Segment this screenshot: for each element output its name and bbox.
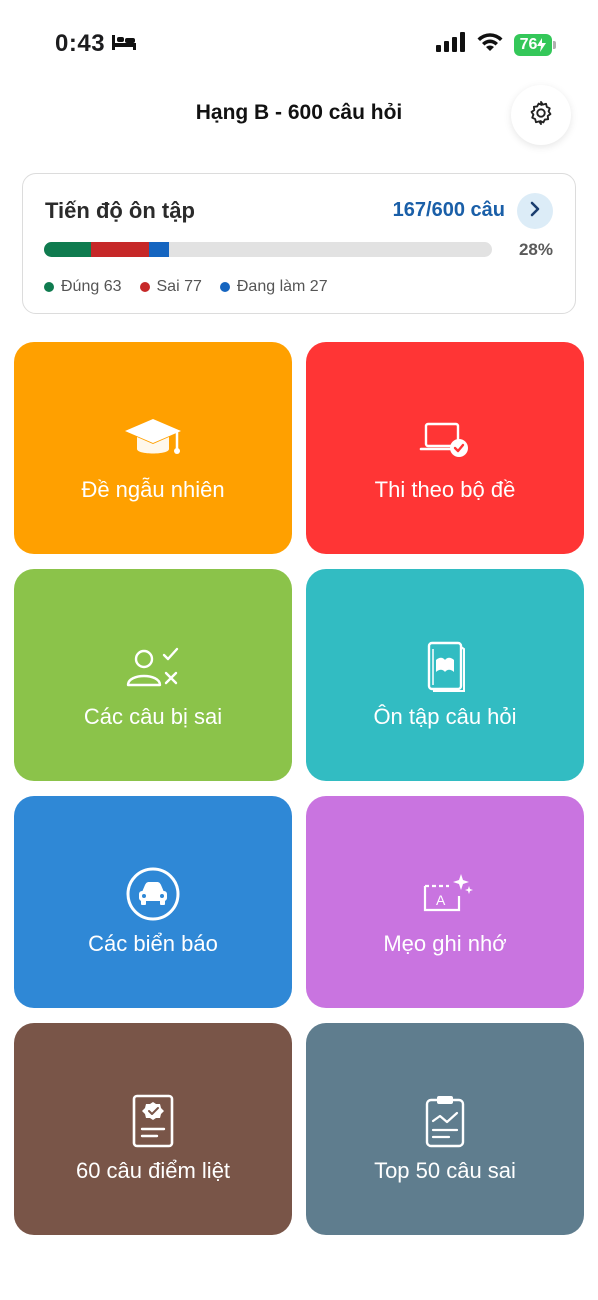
legend-dot (139, 282, 150, 292)
tile-road-signs[interactable]: Các biển báo (14, 796, 292, 1008)
legend-label: Sai 77 (156, 278, 202, 295)
tile-critical-questions[interactable]: 60 câu điểm liệt (14, 1023, 292, 1235)
signal-icon (436, 32, 466, 57)
status-time: 0:43 (55, 30, 137, 58)
progress-segment (148, 242, 169, 257)
tile-label: Ôn tập câu hỏi (373, 704, 517, 729)
page-title: Hạng B - 600 câu hỏi (195, 101, 403, 124)
progress-percent: 28% (518, 240, 553, 259)
wifi-icon (476, 32, 504, 57)
tile-label: 60 câu điểm liệt (75, 1158, 231, 1183)
tile-top-wrong[interactable]: Top 50 câu sai (306, 1023, 584, 1235)
sleep-bed-icon (111, 30, 137, 58)
tile-random-exam[interactable]: Đề ngẫu nhiên (14, 342, 292, 554)
tile-label: Các biển báo (88, 931, 218, 956)
legend-label: Đúng 63 (61, 278, 122, 295)
progress-segment (44, 242, 92, 257)
progress-detail-button[interactable] (517, 193, 553, 229)
clock-text: 0:43 (55, 30, 106, 57)
tile-label: Đề ngẫu nhiên (81, 477, 225, 502)
progress-title: Tiến độ ôn tập (45, 198, 195, 223)
laptop-check-icon (413, 408, 477, 472)
battery-icon: 76 (514, 33, 556, 56)
progress-count: 167/600 câu (392, 199, 505, 221)
progress-segment (91, 242, 149, 257)
tile-memory-tips[interactable]: A Mẹo ghi nhớ (306, 796, 584, 1008)
graduation-cap-icon (121, 408, 185, 472)
sparkle-card-icon: A (413, 862, 477, 926)
legend-label: Đang làm 27 (236, 278, 328, 295)
tile-label: Thi theo bộ đề (374, 477, 516, 502)
svg-text:A: A (436, 892, 446, 908)
legend-item: Đúng 63 (44, 278, 122, 296)
tile-label: Top 50 câu sai (374, 1158, 516, 1183)
badge-document-icon (121, 1089, 185, 1153)
progress-card[interactable]: Tiến độ ôn tập 167/600 câu 28% Đúng 63 Sa… (22, 173, 576, 314)
tile-review-questions[interactable]: Ôn tập câu hỏi (306, 569, 584, 781)
chevron-right-icon (528, 201, 542, 222)
status-bar: 0:43 76 (0, 0, 598, 88)
tile-wrong-answers[interactable]: Các câu bị sai (14, 569, 292, 781)
tile-label: Các câu bị sai (83, 704, 223, 729)
clipboard-chart-icon (413, 1089, 477, 1153)
legend-item: Đang làm 27 (219, 278, 328, 296)
car-sign-icon (121, 862, 185, 926)
gear-icon (527, 99, 555, 132)
legend-dot (219, 282, 230, 292)
book-open-icon (413, 635, 477, 699)
tile-exam-sets[interactable]: Thi theo bộ đề (306, 342, 584, 554)
progress-legend: Đúng 63 Sai 77 Đang làm 27 (44, 278, 328, 296)
settings-button[interactable] (511, 85, 571, 145)
user-check-x-icon (121, 635, 185, 699)
legend-item: Sai 77 (139, 278, 202, 296)
progress-bar (44, 242, 492, 257)
battery-level: 76 (514, 33, 552, 56)
tile-label: Mẹo ghi nhớ (383, 931, 507, 956)
status-indicators: 76 (436, 32, 556, 57)
legend-dot (44, 282, 54, 292)
